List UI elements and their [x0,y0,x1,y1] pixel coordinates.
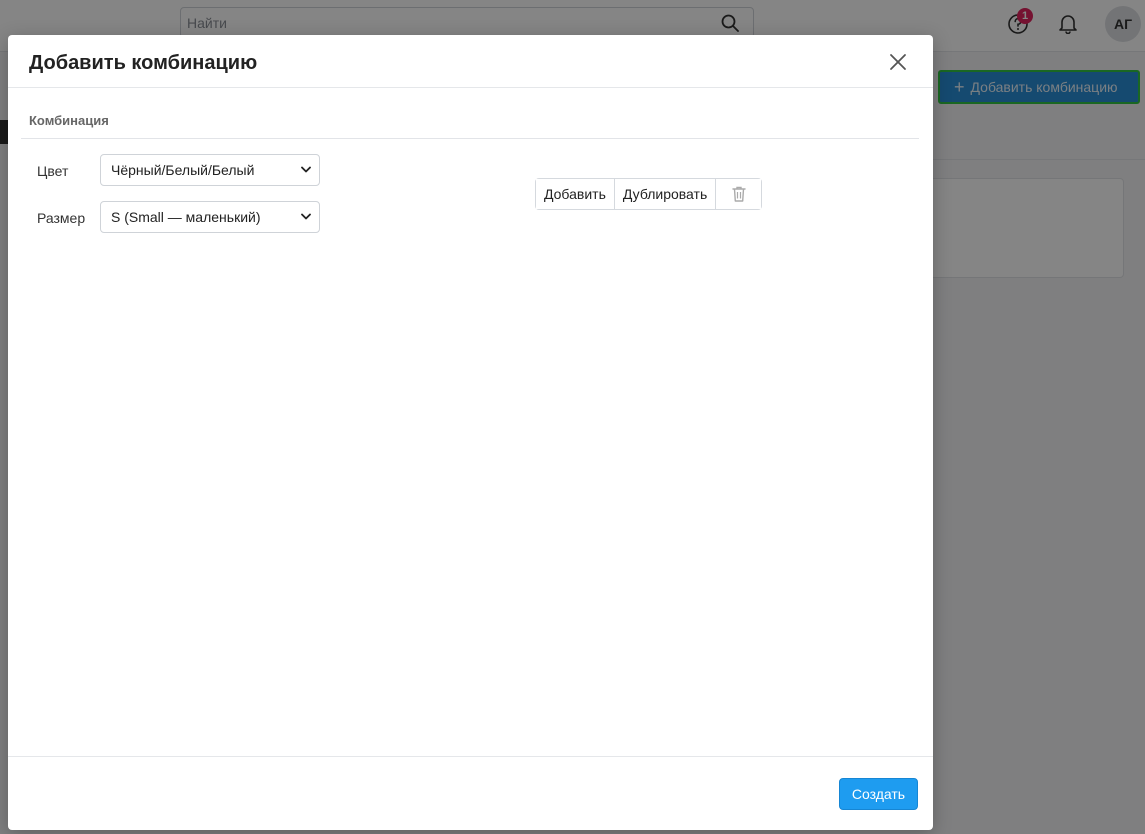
chevron-down-icon [301,213,311,220]
size-select-value: S (Small — маленький) [111,209,261,225]
create-button[interactable]: Создать [839,778,918,810]
chevron-down-icon [301,166,311,173]
duplicate-button[interactable]: Дублировать [613,179,716,209]
add-combination-modal: Добавить комбинацию Комбинация Цвет Чёрн… [8,35,933,830]
trash-icon [732,186,746,202]
close-icon[interactable] [888,52,908,72]
size-select[interactable]: S (Small — маленький) [100,201,320,233]
combination-actions: Добавить Дублировать [535,178,763,210]
color-select-value: Чёрный/Белый/Белый [111,162,255,178]
delete-button[interactable] [715,179,762,209]
size-label: Размер [37,210,86,226]
color-label: Цвет [37,163,69,179]
modal-footer: Создать [8,756,933,830]
modal-title: Добавить комбинацию [29,52,258,74]
modal-header: Добавить комбинацию [8,35,933,88]
add-button[interactable]: Добавить [536,179,614,209]
section-divider [21,138,919,139]
color-select[interactable]: Чёрный/Белый/Белый [100,154,320,186]
section-title: Комбинация [29,113,109,128]
